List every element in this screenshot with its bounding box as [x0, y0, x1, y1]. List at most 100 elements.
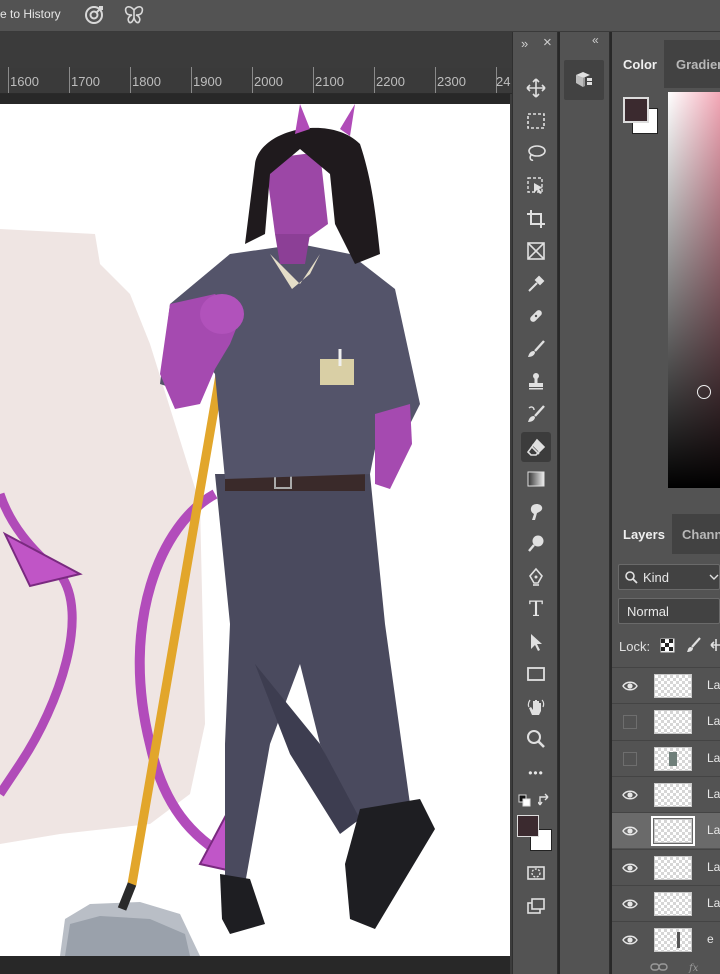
brush-tool[interactable] — [521, 334, 551, 364]
layer-name[interactable]: La — [707, 787, 720, 801]
layer-thumbnail — [654, 928, 692, 952]
type-tool[interactable]: T — [521, 594, 551, 624]
eyedropper-tool[interactable] — [521, 269, 551, 299]
layer-filter-dropdown[interactable]: Kind — [618, 564, 720, 590]
layer-thumbnail — [654, 747, 692, 771]
stamp-icon — [529, 373, 543, 390]
object-select-icon — [527, 177, 543, 194]
history-label[interactable]: e to History — [0, 7, 61, 21]
lock-label: Lock: — [619, 639, 651, 654]
layer-row-selected[interactable]: La — [612, 812, 720, 848]
eye-icon[interactable] — [622, 860, 638, 876]
ruler-label: 2300 — [437, 74, 466, 89]
layer-thumbnail — [654, 856, 692, 880]
hand-tool[interactable] — [521, 692, 551, 722]
layer-name[interactable]: La — [707, 896, 720, 910]
dodge-tool[interactable] — [521, 529, 551, 559]
layer-row[interactable]: e — [612, 921, 720, 957]
target-icon[interactable] — [82, 3, 106, 27]
layer-name[interactable]: La — [707, 823, 720, 837]
visibility-toggle-off[interactable] — [623, 752, 637, 766]
ruler-label: 2000 — [254, 74, 283, 89]
layer-row[interactable]: La — [612, 703, 720, 739]
layer-thumbnail — [654, 892, 692, 916]
eraser-tool[interactable] — [521, 432, 551, 462]
history-brush-tool[interactable] — [521, 399, 551, 429]
layers-panel-tabs: Layers Chann — [612, 514, 720, 554]
lock-image-pixels-icon[interactable] — [686, 637, 702, 653]
eye-icon[interactable] — [622, 678, 638, 694]
layer-row[interactable]: La — [612, 849, 720, 885]
history-brush-icon — [528, 405, 545, 422]
eye-icon[interactable] — [622, 787, 638, 803]
layer-row[interactable]: La — [612, 885, 720, 921]
layer-name[interactable]: e — [707, 932, 714, 946]
layer-row[interactable]: La — [612, 740, 720, 776]
quick-mask-button[interactable] — [521, 858, 551, 888]
document-canvas[interactable] — [0, 104, 510, 956]
3d-panel-button[interactable] — [564, 60, 604, 100]
layer-name[interactable]: La — [707, 678, 720, 692]
eye-icon[interactable] — [622, 823, 638, 839]
ruler-label: 1900 — [193, 74, 222, 89]
collapse-toolbar-icon[interactable]: » — [521, 36, 528, 51]
pen-tool[interactable] — [521, 562, 551, 592]
layer-name[interactable]: La — [707, 751, 720, 765]
clone-stamp-tool[interactable] — [521, 366, 551, 396]
fx-icon[interactable]: fx — [688, 961, 704, 973]
more-tools-button[interactable]: ••• — [521, 758, 551, 788]
eyedropper-icon — [528, 275, 545, 292]
smudge-icon — [530, 503, 543, 520]
search-icon — [625, 571, 638, 584]
move-tool[interactable] — [521, 73, 551, 103]
brush-icon — [528, 340, 545, 357]
ruler-label: 24 — [496, 74, 511, 89]
healing-brush-tool[interactable] — [521, 301, 551, 331]
swap-colors-icon[interactable] — [538, 793, 552, 807]
layer-thumbnail — [654, 710, 692, 734]
smudge-tool[interactable] — [521, 497, 551, 527]
layer-name[interactable]: La — [707, 714, 720, 728]
default-colors-icon[interactable] — [518, 794, 532, 808]
tab-color[interactable]: Color — [623, 57, 657, 72]
rectangle-tool[interactable] — [521, 659, 551, 689]
eye-icon[interactable] — [622, 896, 638, 912]
color-field[interactable] — [668, 92, 720, 488]
lasso-icon — [528, 145, 546, 161]
type-icon: T — [528, 597, 543, 621]
butterfly-icon[interactable] — [122, 3, 146, 27]
collapse-panels-icon[interactable]: « — [592, 33, 599, 47]
tab-layers[interactable]: Layers — [623, 527, 665, 542]
panel-foreground-swatch[interactable] — [623, 97, 649, 123]
layers-panel-footer: fx — [612, 958, 720, 974]
zoom-tool[interactable] — [521, 724, 551, 754]
lock-position-icon[interactable] — [710, 638, 720, 652]
color-picker-handle[interactable] — [697, 385, 711, 399]
eye-icon[interactable] — [622, 932, 638, 948]
gradient-tool[interactable] — [521, 464, 551, 494]
close-toolbar-icon[interactable]: × — [543, 34, 552, 51]
foreground-color-swatch[interactable] — [517, 815, 539, 837]
lock-transparent-pixels-icon[interactable] — [660, 638, 675, 653]
visibility-toggle-off[interactable] — [623, 715, 637, 729]
layer-name[interactable]: La — [707, 860, 720, 874]
eraser-icon — [526, 438, 546, 456]
layer-row[interactable]: La — [612, 776, 720, 812]
layer-thumbnail — [651, 816, 695, 846]
blend-mode-dropdown[interactable]: Normal — [618, 598, 720, 624]
link-layers-icon[interactable] — [650, 962, 668, 972]
frame-tool[interactable] — [521, 236, 551, 266]
object-selection-tool[interactable] — [521, 171, 551, 201]
artwork-illustration — [0, 104, 435, 956]
collapsed-panel-strip: « — [560, 32, 610, 974]
screen-mode-button[interactable] — [521, 891, 551, 921]
layer-row[interactable]: La — [612, 667, 720, 703]
marquee-tool[interactable] — [521, 106, 551, 136]
tab-channels[interactable]: Chann — [682, 527, 720, 542]
pen-icon — [529, 567, 543, 586]
tab-gradients[interactable]: Gradien — [676, 57, 720, 72]
path-selection-tool[interactable] — [521, 627, 551, 657]
crop-tool[interactable] — [521, 204, 551, 234]
color-panel-tabs: Color Gradien — [612, 40, 720, 88]
lasso-tool[interactable] — [521, 138, 551, 168]
